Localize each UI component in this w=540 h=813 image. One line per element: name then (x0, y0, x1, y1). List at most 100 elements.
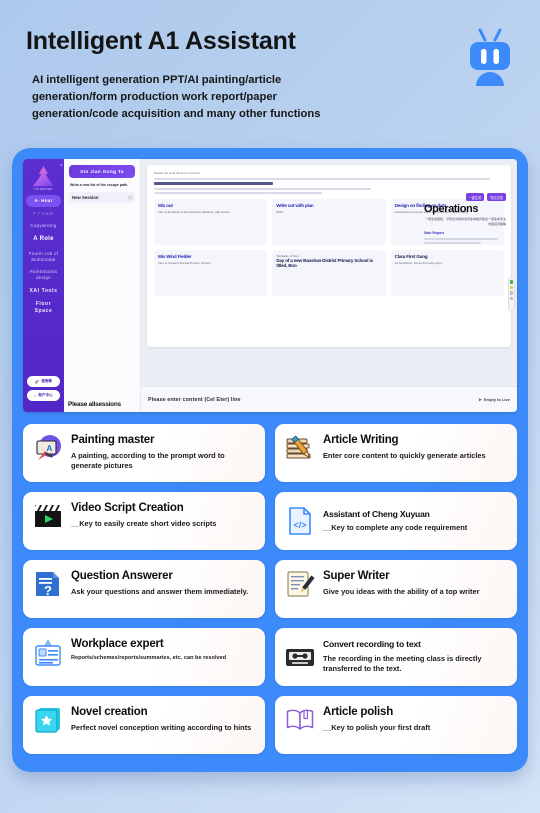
session-panel: Xin Jian Gong Ta Write a new list of the… (64, 159, 141, 412)
clapperboard-icon (33, 501, 63, 531)
question-document-icon: ? (33, 569, 63, 599)
sidebar-item-pt-made[interactable]: P T made (26, 208, 61, 220)
sidebar-brand: Chaoxian (34, 187, 53, 191)
sidebar-account-label: 账户中心 (38, 393, 53, 397)
sidebar-item-a-role[interactable]: A Role (26, 233, 61, 247)
robot-tv-icon (462, 28, 518, 86)
books-pencil-icon (285, 433, 315, 463)
operations-badge-1[interactable]: 一键生成 (465, 193, 485, 201)
operations-tag: Sale Report (424, 231, 444, 235)
feature-desc: __Key to polish your first draft (323, 722, 431, 732)
chat-input-bar[interactable]: Please enter content (Cel Eter) line ➤ E… (141, 386, 517, 412)
session-list-item[interactable]: New Session ☐ (69, 191, 135, 203)
send-icon: ➤ (478, 397, 482, 402)
sidebar-item-paint-design[interactable]: Paintstudios design (26, 266, 61, 283)
undo-icon[interactable] (509, 291, 514, 295)
feature-desc: Ask your questions and answer them immed… (71, 586, 249, 596)
pin-icon[interactable] (509, 285, 514, 289)
id-badge-icon (33, 637, 63, 667)
chat-send-button[interactable]: ➤ Empty to Live (478, 397, 510, 402)
feature-card-text: Video Script Creation __Key to easily cr… (71, 501, 255, 529)
feature-card-text: Convert recording to text The recording … (323, 639, 507, 674)
operations-badge-2[interactable]: 导出文档 (487, 193, 506, 201)
feature-card-super-writer[interactable]: Super Writer Give you ideas with the abi… (275, 560, 517, 618)
mountain-logo-icon (33, 166, 54, 186)
sidebar-item-floor-space[interactable]: Floor Space (26, 298, 61, 317)
feature-card-code-assistant[interactable]: </> Assistant of Cheng Xuyuan __Key to c… (275, 492, 517, 550)
rocket-icon: 🚀 (34, 379, 40, 384)
placeholder-line (154, 188, 371, 190)
feature-card-text: Workplace expert Reports/schemes/reports… (71, 637, 255, 663)
operations-badges: 一键生成 导出文档 (424, 193, 506, 201)
mini-card[interactable]: Write out with plan 2019 (272, 199, 386, 245)
ai-painting-icon: A (33, 433, 63, 463)
sidebar-item-xai-tools[interactable]: XAI Tools (26, 285, 61, 298)
feature-desc: The recording in the meeting class is di… (323, 654, 482, 674)
svg-text:A: A (47, 444, 53, 453)
svg-text:?: ? (44, 583, 52, 598)
sidebar-item-copywriting[interactable]: Copywriting (26, 220, 61, 232)
operations-block: 一键生成 导出文档 Operations 一键生成报告，可导出文档并支持多种格式… (424, 193, 506, 246)
feature-desc: __Key to complete any code requirement (323, 523, 468, 533)
page-header: Intelligent A1 Assistant AI intelligent … (0, 0, 540, 140)
feature-card-article-polish[interactable]: Article polish __Key to polish your firs… (275, 696, 517, 754)
mini-card[interactable]: Mix out Intro to Enhance a Stop Read to … (154, 199, 268, 245)
page-title: Intelligent A1 Assistant (26, 27, 296, 55)
all-sessions-button[interactable]: Please allsessions (68, 401, 121, 408)
feature-card-text: Painting master A painting, according to… (71, 433, 255, 471)
redo-icon[interactable] (509, 296, 514, 300)
feature-card-text: Novel creation Perfect novel conception … (71, 705, 255, 733)
session-item-label: New Session (72, 194, 99, 200)
grid-icon[interactable] (509, 280, 514, 284)
feature-title: Article polish (323, 706, 394, 718)
feature-card-grid: A Painting master A painting, according … (23, 424, 517, 754)
sidebar-usage-label: 使用教 (41, 379, 53, 383)
document-header-note: Please the work list item in its form (154, 171, 201, 175)
feature-card-novel-creation[interactable]: Novel creation Perfect novel conception … (23, 696, 265, 754)
feature-card-question-answerer[interactable]: ? Question Answerer Ask your questions a… (23, 560, 265, 618)
sidebar-usage-button[interactable]: 🚀 使用教 (27, 376, 60, 387)
star-book-icon (33, 705, 63, 735)
feature-desc: __Key to easily create short video scrip… (71, 518, 217, 528)
operations-title: Operations (424, 203, 479, 215)
mini-card-title: Write out with plan (276, 203, 314, 208)
feature-desc: A painting, according to the prompt word… (71, 450, 225, 471)
placeholder-title (154, 182, 273, 185)
session-hint: Write a new list of the escape path. (70, 183, 129, 187)
mini-card-title: Day of a new Baoshan District Primary Sc… (276, 258, 373, 269)
mini-card-title: Mix out (158, 203, 173, 208)
sidebar-item-multimodal[interactable]: Fourm cob of Multimodal (26, 248, 61, 265)
feature-card-text: Article polish __Key to polish your firs… (323, 705, 507, 733)
feature-title: Question Answerer (71, 570, 173, 582)
feature-title: Video Script Creation (71, 502, 184, 514)
feature-title: Super Writer (323, 570, 390, 582)
document-card: Please the work list item in its form Mi… (147, 165, 511, 347)
feature-card-workplace-expert[interactable]: Workplace expert Reports/schemes/reports… (23, 628, 265, 686)
feature-title: Article Writing (323, 434, 399, 446)
new-session-button[interactable]: Xin Jian Gong Ta (69, 165, 135, 178)
copy-icon[interactable]: ☐ (128, 195, 132, 200)
feature-card-video-script[interactable]: Video Script Creation __Key to easily cr… (23, 492, 265, 550)
feature-title: Convert recording to text (323, 639, 421, 650)
mini-card[interactable]: Mix Wind Fielder Intro to Content Specia… (154, 250, 268, 296)
chat-input-placeholder[interactable]: Please enter content (Cel Eter) line (148, 397, 241, 403)
mini-card[interactable]: Clara First Gung As lorephone, Demo firs… (390, 250, 504, 296)
feature-card-painting-master[interactable]: A Painting master A painting, according … (23, 424, 265, 482)
mini-card-sub: As lorephone, Demo first song entry (394, 261, 443, 265)
feature-desc: Give you ideas with the ability of a top… (323, 586, 480, 596)
clock-icon: ○ (34, 393, 37, 398)
sidebar-item-a-hour[interactable]: A- Hour (26, 195, 61, 207)
mini-card[interactable]: Workable of Sop Day of a new Baoshan Dis… (272, 250, 386, 296)
collapse-icon[interactable]: ◂ (60, 162, 62, 167)
floating-toolbar[interactable] (508, 277, 515, 311)
feature-desc: Reports/schemes/reports/summaries, etc. … (71, 654, 227, 661)
mini-card-sub: Intro to Content Special Primary School (158, 261, 211, 265)
app-screenshot: ◂ Chaoxian A- Hour P T made Copywriting … (23, 159, 517, 412)
sidebar-account-button[interactable]: ○ 账户中心 (27, 390, 60, 401)
notepad-pen-icon (285, 569, 315, 599)
page-subtitle: AI intelligent generation PPT/AI paintin… (32, 73, 321, 120)
sidebar-bottom-buttons: 🚀 使用教 ○ 账户中心 (26, 376, 61, 408)
feature-card-text: Article Writing Enter core content to qu… (323, 433, 507, 461)
feature-card-article-writing[interactable]: Article Writing Enter core content to qu… (275, 424, 517, 482)
feature-card-recording-to-text[interactable]: Convert recording to text The recording … (275, 628, 517, 686)
